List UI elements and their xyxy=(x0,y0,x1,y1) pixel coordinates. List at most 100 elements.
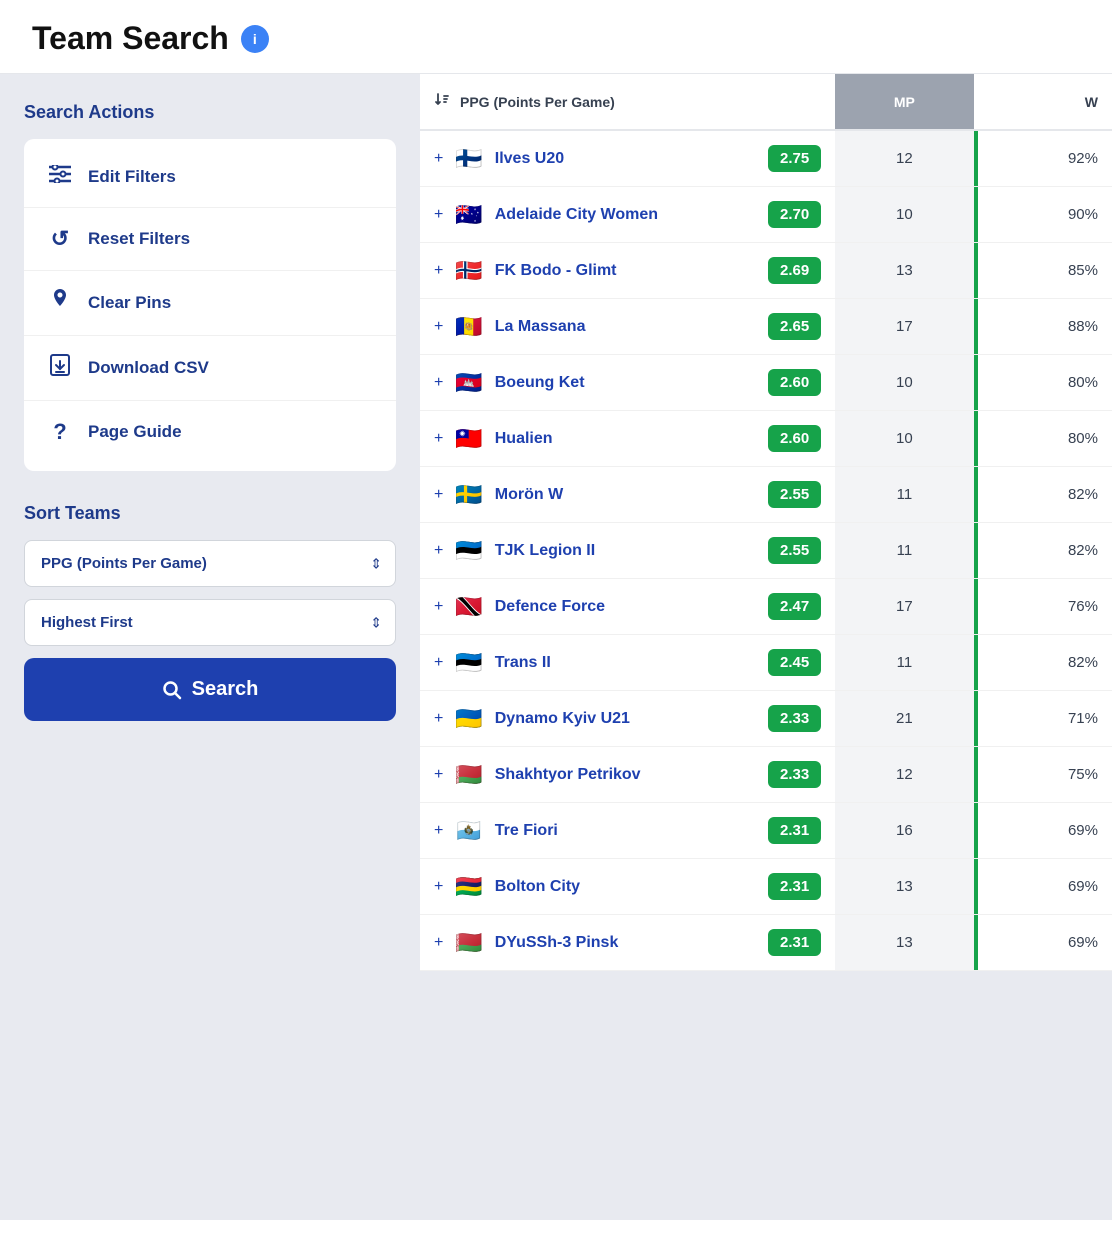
team-add-icon-6[interactable]: + xyxy=(434,486,443,504)
w-bar-14 xyxy=(974,915,978,970)
team-add-icon-3[interactable]: + xyxy=(434,318,443,336)
search-icon xyxy=(162,680,182,700)
actions-card: Edit Filters ↺ Reset Filters Clear Pins xyxy=(24,139,396,471)
col-header-w[interactable]: W xyxy=(974,74,1112,130)
team-flag-4: 🇰🇭 xyxy=(455,370,482,396)
team-add-icon-8[interactable]: + xyxy=(434,598,443,616)
team-name-6[interactable]: Morön W xyxy=(495,486,756,504)
table-row: + 🇰🇭 Boeung Ket 2.60 10 80% xyxy=(420,355,1112,411)
w-bar-1 xyxy=(974,187,978,242)
team-add-icon-10[interactable]: + xyxy=(434,710,443,728)
team-name-8[interactable]: Defence Force xyxy=(495,598,756,616)
table-row: + 🇺🇦 Dynamo Kyiv U21 2.33 21 71% xyxy=(420,691,1112,747)
team-flag-12: 🇸🇲 xyxy=(455,818,482,844)
team-cell-14: + 🇧🇾 DYuSSh-3 Pinsk 2.31 xyxy=(420,915,835,971)
mp-cell-6: 11 xyxy=(835,467,973,523)
team-cell-8: + 🇹🇹 Defence Force 2.47 xyxy=(420,579,835,635)
team-name-0[interactable]: Ilves U20 xyxy=(495,150,756,168)
team-add-icon-5[interactable]: + xyxy=(434,430,443,448)
team-cell-7: + 🇪🇪 TJK Legion II 2.55 xyxy=(420,523,835,579)
team-name-11[interactable]: Shakhtyor Petrikov xyxy=(495,766,756,784)
team-cell-0: + 🇫🇮 Ilves U20 2.75 xyxy=(420,130,835,187)
team-add-icon-13[interactable]: + xyxy=(434,878,443,896)
team-flag-9: 🇪🇪 xyxy=(455,650,482,676)
search-button-label: Search xyxy=(192,678,259,701)
team-cell-4: + 🇰🇭 Boeung Ket 2.60 xyxy=(420,355,835,411)
sort-direction-select[interactable]: Highest First xyxy=(24,599,396,646)
w-cell-6: 82% xyxy=(974,467,1112,523)
team-name-2[interactable]: FK Bodo - Glimt xyxy=(495,262,756,280)
filter-icon xyxy=(48,165,72,189)
table-row: + 🇹🇹 Defence Force 2.47 17 76% xyxy=(420,579,1112,635)
question-icon: ? xyxy=(48,419,72,445)
mp-cell-5: 10 xyxy=(835,411,973,467)
team-name-5[interactable]: Hualien xyxy=(495,430,756,448)
team-flag-6: 🇸🇪 xyxy=(455,482,482,508)
team-cell-1: + 🇦🇺 Adelaide City Women 2.70 xyxy=(420,187,835,243)
w-bar-8 xyxy=(974,579,978,634)
ppg-badge-6: 2.55 xyxy=(768,481,821,508)
w-cell-9: 82% xyxy=(974,635,1112,691)
w-bar-12 xyxy=(974,803,978,858)
team-name-12[interactable]: Tre Fiori xyxy=(495,822,756,840)
sidebar: Search Actions Edit Filters xyxy=(0,74,420,1220)
col-header-mp[interactable]: MP xyxy=(835,74,973,130)
team-add-icon-9[interactable]: + xyxy=(434,654,443,672)
team-name-14[interactable]: DYuSSh-3 Pinsk xyxy=(495,934,756,952)
team-add-icon-4[interactable]: + xyxy=(434,374,443,392)
team-add-icon-7[interactable]: + xyxy=(434,542,443,560)
team-add-icon-14[interactable]: + xyxy=(434,934,443,952)
mp-cell-9: 11 xyxy=(835,635,973,691)
team-flag-7: 🇪🇪 xyxy=(455,538,482,564)
team-flag-14: 🇧🇾 xyxy=(455,930,482,956)
ppg-badge-7: 2.55 xyxy=(768,537,821,564)
w-bar-2 xyxy=(974,243,978,298)
w-bar-13 xyxy=(974,859,978,914)
page-guide-label: Page Guide xyxy=(88,422,182,442)
ppg-badge-13: 2.31 xyxy=(768,873,821,900)
search-button[interactable]: Search xyxy=(24,658,396,721)
team-add-icon-11[interactable]: + xyxy=(434,766,443,784)
w-bar-10 xyxy=(974,691,978,746)
ppg-column-label: PPG (Points Per Game) xyxy=(460,94,615,110)
w-cell-2: 85% xyxy=(974,243,1112,299)
ppg-badge-5: 2.60 xyxy=(768,425,821,452)
team-add-icon-0[interactable]: + xyxy=(434,150,443,168)
team-name-4[interactable]: Boeung Ket xyxy=(495,374,756,392)
team-name-9[interactable]: Trans II xyxy=(495,654,756,672)
team-name-1[interactable]: Adelaide City Women xyxy=(495,206,756,224)
edit-filters-button[interactable]: Edit Filters xyxy=(24,147,396,208)
team-cell-10: + 🇺🇦 Dynamo Kyiv U21 2.33 xyxy=(420,691,835,747)
ppg-badge-12: 2.31 xyxy=(768,817,821,844)
team-name-13[interactable]: Bolton City xyxy=(495,878,756,896)
main-content: PPG (Points Per Game) MP W + 🇫🇮 xyxy=(420,74,1112,1220)
reset-filters-button[interactable]: ↺ Reset Filters xyxy=(24,208,396,271)
table-row: + 🇹🇼 Hualien 2.60 10 80% xyxy=(420,411,1112,467)
team-add-icon-12[interactable]: + xyxy=(434,822,443,840)
ppg-badge-10: 2.33 xyxy=(768,705,821,732)
w-bar-11 xyxy=(974,747,978,802)
team-flag-3: 🇦🇩 xyxy=(455,314,482,340)
team-flag-11: 🇧🇾 xyxy=(455,762,482,788)
team-name-7[interactable]: TJK Legion II xyxy=(495,542,756,560)
w-cell-14: 69% xyxy=(974,915,1112,971)
col-header-ppg[interactable]: PPG (Points Per Game) xyxy=(420,74,835,130)
w-cell-4: 80% xyxy=(974,355,1112,411)
table-row: + 🇳🇴 FK Bodo - Glimt 2.69 13 85% xyxy=(420,243,1112,299)
team-add-icon-2[interactable]: + xyxy=(434,262,443,280)
download-csv-button[interactable]: Download CSV xyxy=(24,336,396,401)
table-row: + 🇧🇾 DYuSSh-3 Pinsk 2.31 13 69% xyxy=(420,915,1112,971)
team-name-10[interactable]: Dynamo Kyiv U21 xyxy=(495,710,756,728)
clear-pins-label: Clear Pins xyxy=(88,293,171,313)
w-bar-7 xyxy=(974,523,978,578)
page-guide-button[interactable]: ? Page Guide xyxy=(24,401,396,463)
info-icon[interactable]: i xyxy=(241,25,269,53)
search-actions-title: Search Actions xyxy=(24,102,396,123)
team-add-icon-1[interactable]: + xyxy=(434,206,443,224)
ppg-badge-2: 2.69 xyxy=(768,257,821,284)
team-cell-13: + 🇲🇺 Bolton City 2.31 xyxy=(420,859,835,915)
team-name-3[interactable]: La Massana xyxy=(495,318,756,336)
sort-field-select[interactable]: PPG (Points Per Game) xyxy=(24,540,396,587)
mp-cell-1: 10 xyxy=(835,187,973,243)
clear-pins-button[interactable]: Clear Pins xyxy=(24,271,396,336)
